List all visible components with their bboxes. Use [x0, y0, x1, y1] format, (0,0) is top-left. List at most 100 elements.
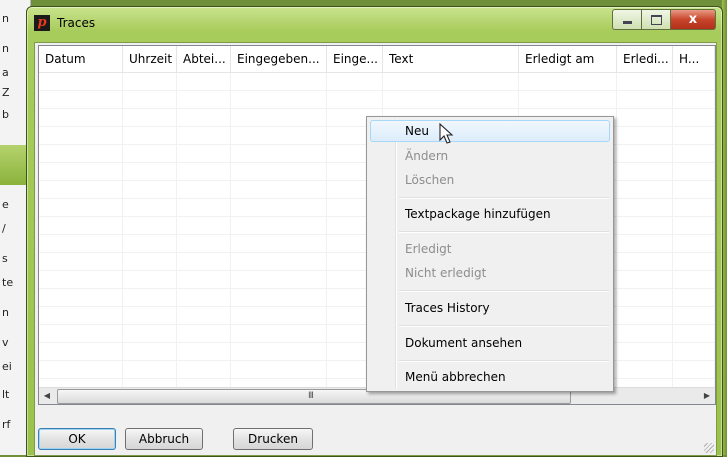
- table-cell[interactable]: [39, 307, 123, 324]
- table-cell[interactable]: [231, 271, 327, 288]
- table-cell[interactable]: [39, 181, 123, 198]
- menu-item-loeschen[interactable]: Löschen: [370, 169, 610, 191]
- table-cell[interactable]: [39, 199, 123, 216]
- table-cell[interactable]: [123, 235, 177, 252]
- table-cell[interactable]: [617, 343, 673, 360]
- table-cell[interactable]: [617, 271, 673, 288]
- table-cell[interactable]: [617, 127, 673, 144]
- table-cell[interactable]: [39, 289, 123, 306]
- table-cell[interactable]: [231, 343, 327, 360]
- table-cell[interactable]: [39, 361, 123, 378]
- table-cell[interactable]: [231, 145, 327, 162]
- table-cell[interactable]: [177, 217, 231, 234]
- table-cell[interactable]: [123, 163, 177, 180]
- ok-button[interactable]: OK: [38, 428, 116, 450]
- table-cell[interactable]: [177, 73, 231, 90]
- table-cell[interactable]: [177, 145, 231, 162]
- table-cell[interactable]: [617, 325, 673, 342]
- scroll-left-icon[interactable]: ◀: [39, 388, 55, 404]
- table-cell[interactable]: [177, 361, 231, 378]
- table-cell[interactable]: [673, 145, 715, 162]
- table-cell[interactable]: [39, 127, 123, 144]
- table-cell[interactable]: [177, 325, 231, 342]
- table-cell[interactable]: [177, 163, 231, 180]
- table-cell[interactable]: [617, 199, 673, 216]
- menu-item-menue-abbrechen[interactable]: Menü abbrechen: [370, 366, 610, 388]
- column-header-eingegeben[interactable]: Eingegeben...: [231, 46, 327, 72]
- table-cell[interactable]: [39, 145, 123, 162]
- table-cell[interactable]: [673, 91, 715, 108]
- table-cell[interactable]: [673, 217, 715, 234]
- table-cell[interactable]: [231, 163, 327, 180]
- table-cell[interactable]: [123, 91, 177, 108]
- table-cell[interactable]: [617, 289, 673, 306]
- table-cell[interactable]: [231, 199, 327, 216]
- close-button[interactable]: x: [670, 9, 716, 30]
- table-cell[interactable]: [383, 73, 519, 90]
- table-cell[interactable]: [617, 235, 673, 252]
- column-header-datum[interactable]: Datum: [39, 46, 123, 72]
- table-cell[interactable]: [231, 217, 327, 234]
- table-cell[interactable]: [617, 163, 673, 180]
- table-cell[interactable]: [39, 235, 123, 252]
- table-cell[interactable]: [617, 73, 673, 90]
- scroll-right-icon[interactable]: ▶: [699, 388, 715, 404]
- table-cell[interactable]: [231, 307, 327, 324]
- table-cell[interactable]: [177, 253, 231, 270]
- table-cell[interactable]: [123, 343, 177, 360]
- table-cell[interactable]: [231, 127, 327, 144]
- table-cell[interactable]: [617, 307, 673, 324]
- table-cell[interactable]: [177, 307, 231, 324]
- table-cell[interactable]: [673, 325, 715, 342]
- table-cell[interactable]: [177, 109, 231, 126]
- table-row[interactable]: [39, 91, 715, 109]
- table-cell[interactable]: [673, 73, 715, 90]
- table-cell[interactable]: [39, 271, 123, 288]
- table-cell[interactable]: [123, 181, 177, 198]
- table-cell[interactable]: [519, 91, 617, 108]
- table-cell[interactable]: [231, 109, 327, 126]
- table-cell[interactable]: [177, 199, 231, 216]
- menu-item-dokument-ansehen[interactable]: Dokument ansehen: [370, 332, 610, 354]
- column-header-abteilung[interactable]: Abtei...: [177, 46, 231, 72]
- table-cell[interactable]: [231, 325, 327, 342]
- table-cell[interactable]: [123, 145, 177, 162]
- table-cell[interactable]: [231, 91, 327, 108]
- table-cell[interactable]: [327, 73, 383, 90]
- table-cell[interactable]: [39, 253, 123, 270]
- menu-item-aendern[interactable]: Ändern: [370, 145, 610, 167]
- column-header-text[interactable]: Text: [383, 46, 519, 72]
- table-cell[interactable]: [231, 181, 327, 198]
- table-cell[interactable]: [123, 271, 177, 288]
- menu-item-traces-history[interactable]: Traces History: [370, 297, 610, 319]
- resize-grip-icon[interactable]: [704, 443, 714, 453]
- table-cell[interactable]: [383, 91, 519, 108]
- table-cell[interactable]: [673, 109, 715, 126]
- table-cell[interactable]: [673, 289, 715, 306]
- table-cell[interactable]: [673, 181, 715, 198]
- table-cell[interactable]: [177, 127, 231, 144]
- table-cell[interactable]: [123, 73, 177, 90]
- print-button[interactable]: Drucken: [233, 428, 313, 450]
- table-cell[interactable]: [123, 217, 177, 234]
- table-cell[interactable]: [231, 361, 327, 378]
- table-cell[interactable]: [39, 163, 123, 180]
- table-cell[interactable]: [617, 181, 673, 198]
- menu-item-nicht-erledigt[interactable]: Nicht erledigt: [370, 262, 610, 284]
- maximize-button[interactable]: [641, 9, 670, 30]
- title-bar[interactable]: p Traces x: [27, 7, 722, 35]
- table-cell[interactable]: [177, 343, 231, 360]
- table-cell[interactable]: [617, 109, 673, 126]
- table-cell[interactable]: [673, 235, 715, 252]
- table-cell[interactable]: [177, 289, 231, 306]
- table-cell[interactable]: [123, 307, 177, 324]
- cancel-button[interactable]: Abbruch: [125, 428, 203, 450]
- table-cell[interactable]: [177, 271, 231, 288]
- table-cell[interactable]: [673, 361, 715, 378]
- table-cell[interactable]: [123, 361, 177, 378]
- table-cell[interactable]: [673, 343, 715, 360]
- table-cell[interactable]: [231, 235, 327, 252]
- table-cell[interactable]: [123, 127, 177, 144]
- table-cell[interactable]: [123, 253, 177, 270]
- table-cell[interactable]: [123, 109, 177, 126]
